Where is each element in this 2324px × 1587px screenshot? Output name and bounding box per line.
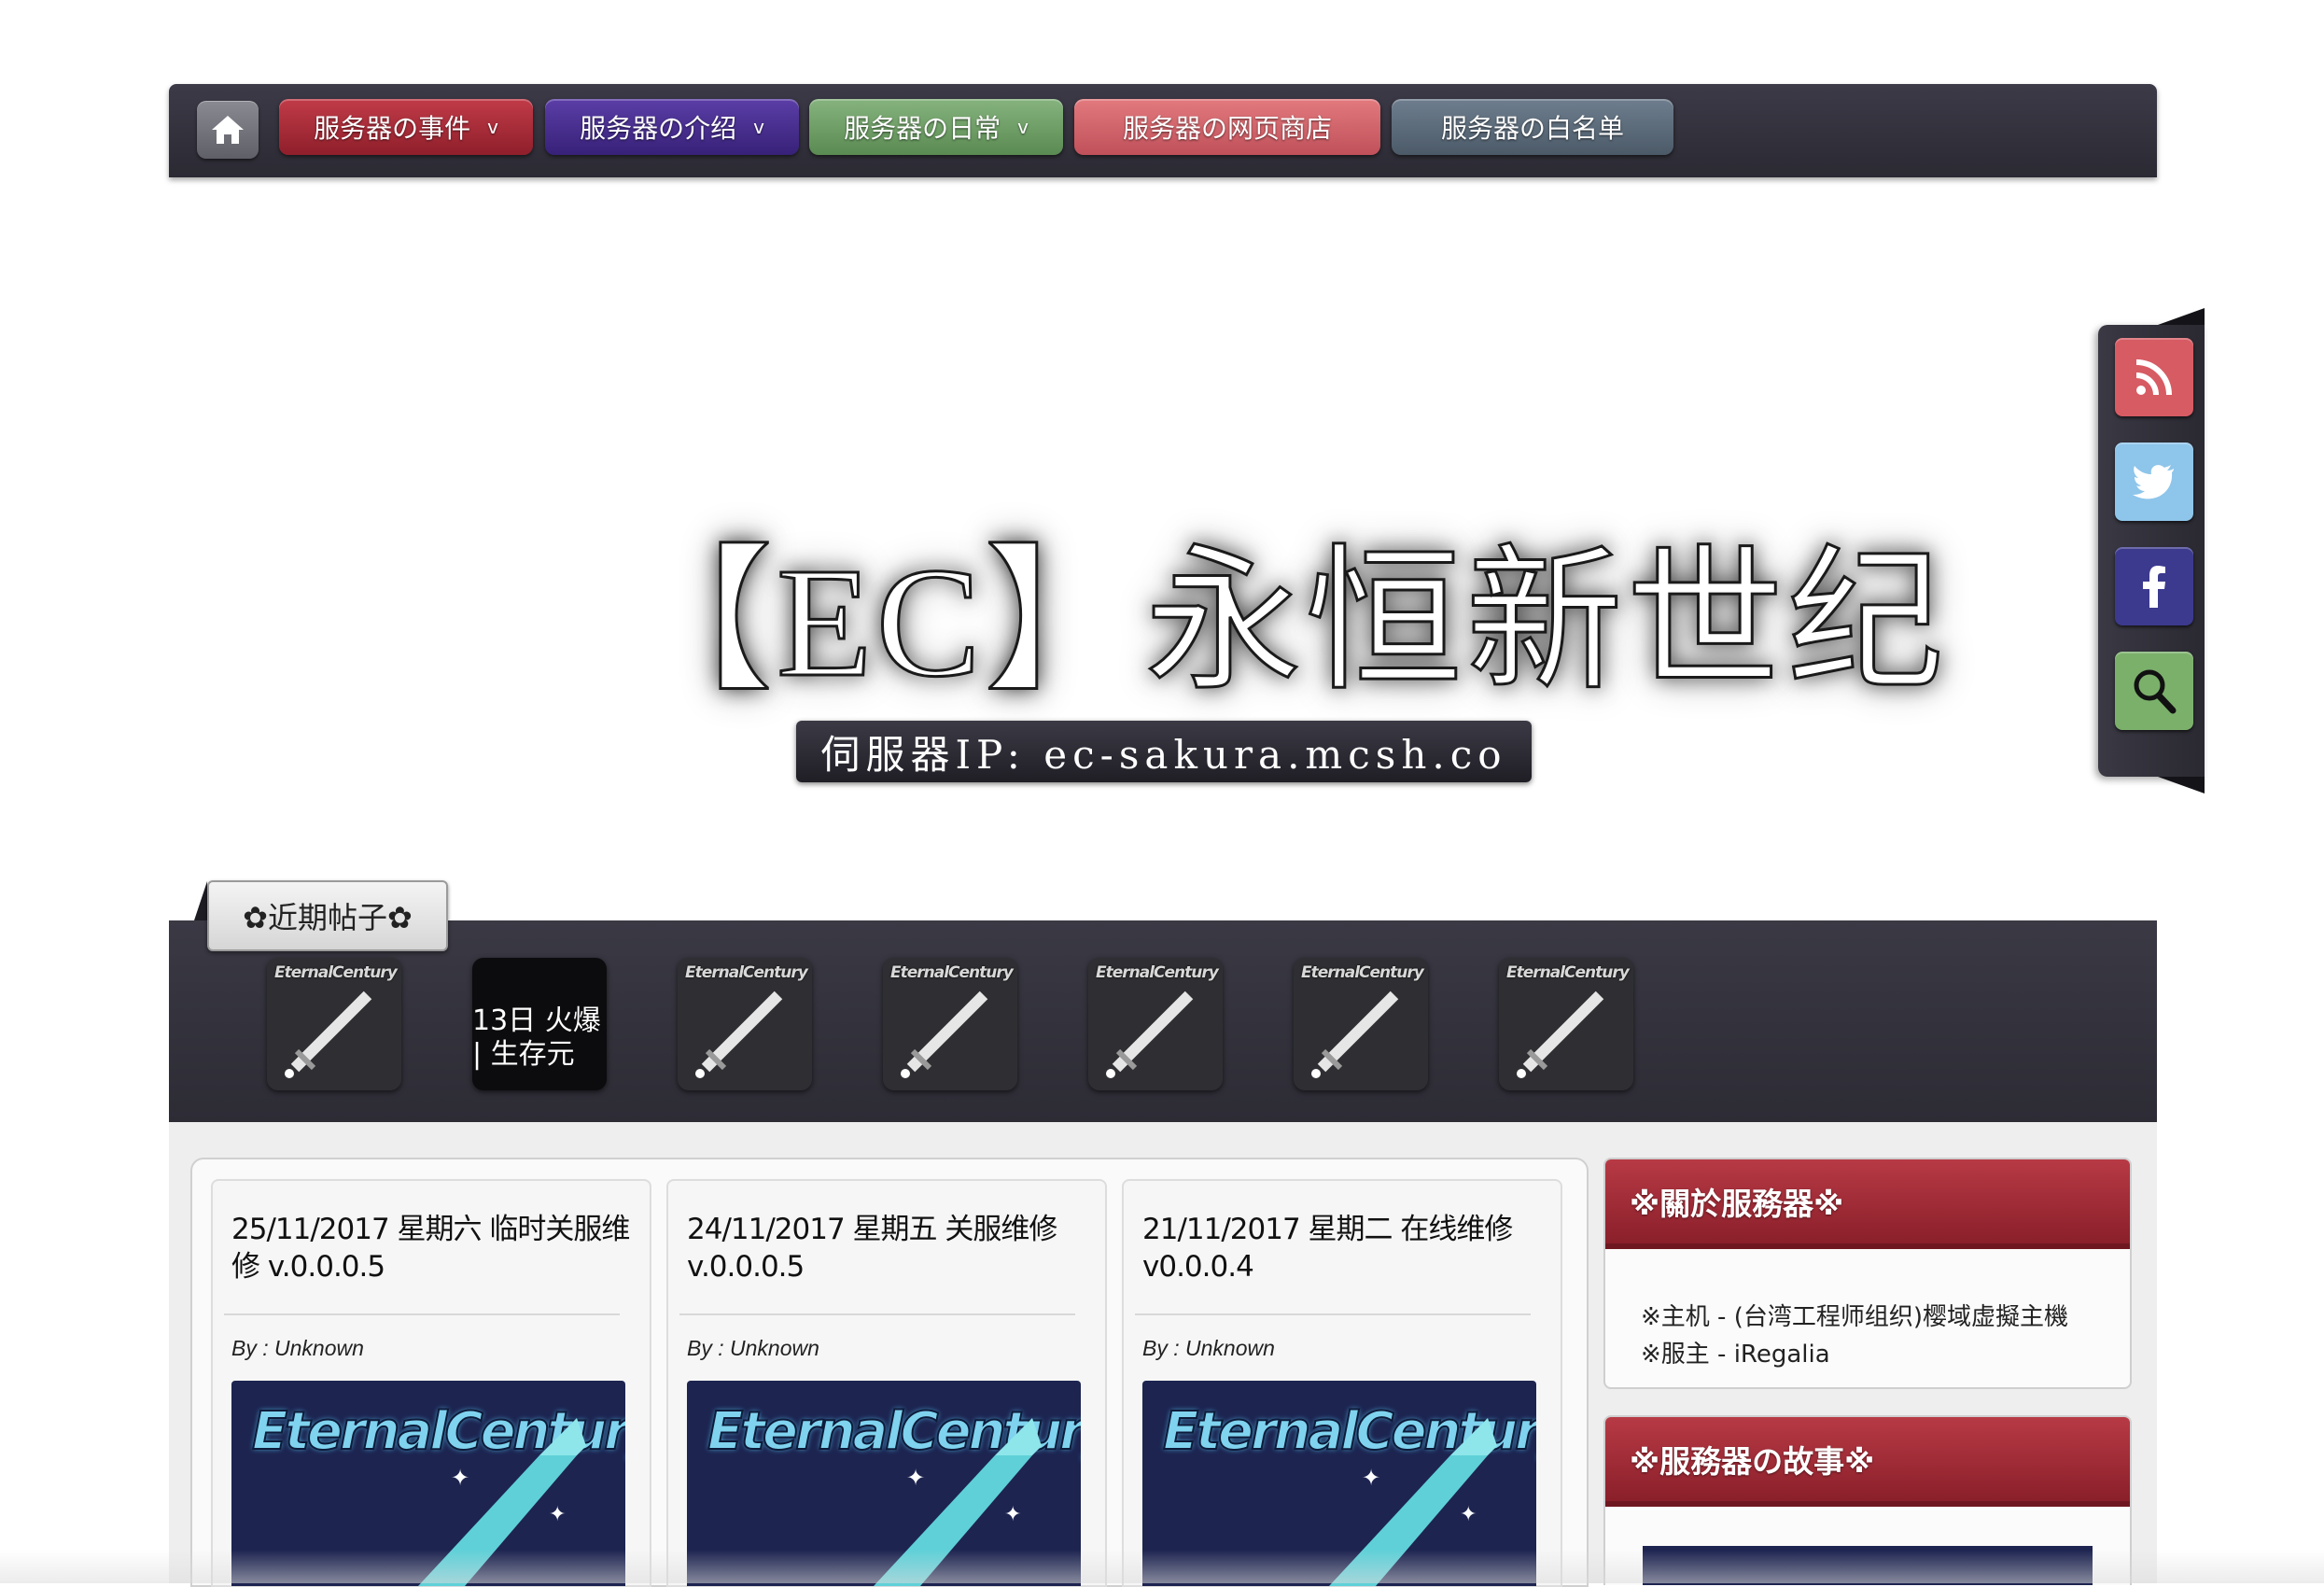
divider <box>224 1313 620 1315</box>
svg-text:✦: ✦ <box>549 1502 566 1525</box>
sword-icon: ✦ ✦ <box>1329 1418 1497 1586</box>
rss-button[interactable] <box>2115 338 2193 416</box>
sword-icon: ✦ ✦ <box>874 1418 1042 1586</box>
post-card[interactable]: 25/11/2017 星期六 临时关服维修 v.0.0.0.5 By : Unk… <box>211 1179 651 1587</box>
nav-events[interactable]: 服务器の事件 v <box>279 99 533 155</box>
sword-icon: ✦ ✦ <box>418 1418 586 1586</box>
recent-posts-tab: ✿近期帖子✿ <box>207 880 448 951</box>
search-button[interactable] <box>2115 652 2193 730</box>
nav-daily[interactable]: 服务器の日常 v <box>809 99 1063 155</box>
thumb-text-line: | 生存元 <box>472 1038 575 1071</box>
facebook-button[interactable] <box>2115 547 2193 625</box>
post-image[interactable]: EternalCentury ✦ ✦ <box>687 1381 1081 1586</box>
post-title[interactable]: 24/11/2017 星期五 关服维修 v.0.0.0.5 <box>687 1211 1088 1285</box>
post-image[interactable]: EternalCentury ✦ ✦ <box>1142 1381 1536 1586</box>
svg-text:✦: ✦ <box>1460 1502 1477 1525</box>
nav-events-label: 服务器の事件 <box>314 113 471 144</box>
recent-thumb[interactable]: 13日 火爆 | 生存元 <box>472 958 607 1090</box>
server-ip-label: 伺服器IP: ec-sakura.mcsh.co <box>796 721 1532 782</box>
story-image[interactable] <box>1643 1546 2093 1585</box>
recent-thumb[interactable]: EternalCentury <box>678 958 812 1090</box>
post-author: By : Unknown <box>1142 1336 1275 1360</box>
nav-intro-label: 服务器の介绍 <box>580 113 737 144</box>
sword-icon <box>695 990 783 1078</box>
post-author: By : Unknown <box>231 1336 364 1360</box>
home-button[interactable] <box>197 101 259 159</box>
chevron-down-icon: v <box>487 116 498 138</box>
nav-intro[interactable]: 服务器の介绍 v <box>545 99 799 155</box>
nav-webshop[interactable]: 服务器の网页商店 <box>1074 99 1380 155</box>
recent-thumb[interactable]: EternalCentury <box>1294 958 1428 1090</box>
nav-daily-label: 服务器の日常 <box>844 113 1001 144</box>
nav-whitelist-label: 服务器の白名单 <box>1440 113 1624 144</box>
nav-whitelist[interactable]: 服务器の白名单 <box>1392 99 1673 155</box>
top-navbar: 服务器の事件 v 服务器の介绍 v 服务器の日常 v 服务器の网页商店 服务器の… <box>169 84 2157 177</box>
post-card[interactable]: 21/11/2017 星期二 在线维修 v0.0.0.4 By : Unknow… <box>1122 1179 1562 1587</box>
facebook-icon <box>2143 566 2165 608</box>
about-line: ※主机 - (台湾工程师组织)樱域虚擬主機 <box>1641 1303 2068 1331</box>
svg-text:✦: ✦ <box>1362 1466 1380 1491</box>
svg-text:✦: ✦ <box>906 1466 925 1491</box>
twitter-icon <box>2133 465 2174 499</box>
post-title[interactable]: 21/11/2017 星期二 在线维修 v0.0.0.4 <box>1142 1211 1544 1285</box>
sword-icon <box>901 990 988 1078</box>
widget-title: ※服務器の故事※ <box>1605 1417 2130 1507</box>
divider <box>1135 1313 1531 1315</box>
tab-ear <box>194 881 207 920</box>
sword-icon <box>285 990 372 1078</box>
svg-text:✦: ✦ <box>1004 1502 1021 1525</box>
nav-webshop-label: 服务器の网页商店 <box>1122 113 1332 144</box>
thumb-text-line: 13日 火爆 <box>472 1004 601 1037</box>
svg-text:✦: ✦ <box>451 1466 469 1491</box>
chevron-down-icon: v <box>753 116 764 138</box>
search-icon <box>2134 669 2177 714</box>
hero-title: 【EC】永恒新世纪 <box>615 534 1948 710</box>
recent-thumb[interactable]: EternalCentury <box>883 958 1017 1090</box>
recent-thumb[interactable]: EternalCentury <box>1088 958 1223 1090</box>
rss-icon <box>2135 359 2172 396</box>
post-author: By : Unknown <box>687 1336 819 1360</box>
social-sidebar <box>2098 308 2205 794</box>
thumb-text: 13日 火爆 | 生存元 <box>472 1004 607 1072</box>
post-title[interactable]: 25/11/2017 星期六 临时关服维修 v.0.0.0.5 <box>231 1211 633 1285</box>
server-story-widget: ※服務器の故事※ <box>1603 1415 2132 1585</box>
recent-thumb[interactable]: EternalCentury <box>267 958 401 1090</box>
divider <box>679 1313 1075 1315</box>
recent-thumb[interactable]: EternalCentury <box>1499 958 1633 1090</box>
widget-title: ※關於服務器※ <box>1605 1159 2130 1249</box>
about-line: ※服主 - iRegalia <box>1641 1341 1830 1369</box>
post-card[interactable]: 24/11/2017 星期五 关服维修 v.0.0.0.5 By : Unkno… <box>666 1179 1107 1587</box>
sword-icon <box>1106 990 1194 1078</box>
post-image[interactable]: EternalCentury ✦ ✦ <box>231 1381 625 1586</box>
about-server-widget: ※關於服務器※ ※主机 - (台湾工程师组织)樱域虚擬主機 ※服主 - iReg… <box>1603 1158 2132 1389</box>
twitter-button[interactable] <box>2115 442 2193 521</box>
chevron-down-icon: v <box>1017 116 1029 138</box>
sword-icon <box>1517 990 1604 1078</box>
home-icon <box>212 116 244 144</box>
sword-icon <box>1311 990 1399 1078</box>
